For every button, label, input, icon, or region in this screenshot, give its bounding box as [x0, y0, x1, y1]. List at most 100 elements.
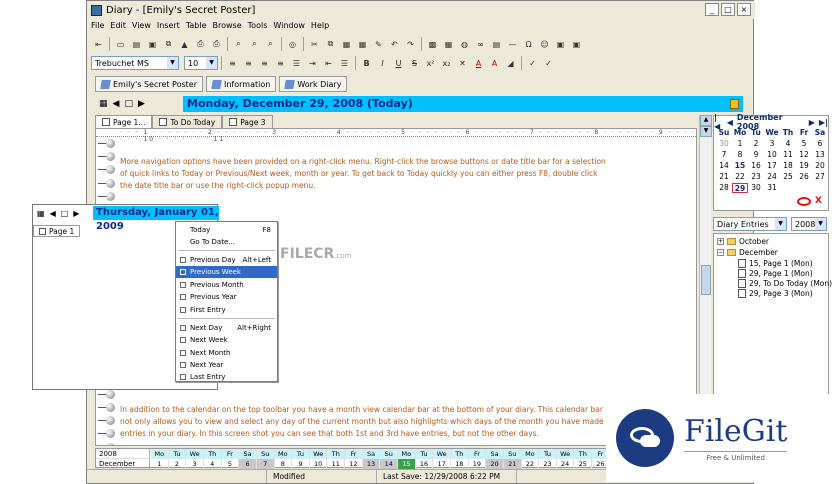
find-icon[interactable]: ⌕ [231, 37, 246, 52]
redo-icon[interactable]: ↷ [403, 37, 418, 52]
tree-item[interactable]: 15, Page 1 (Mon) [738, 259, 813, 268]
bullets-icon[interactable]: ☰ [289, 56, 304, 71]
save-icon[interactable]: ▣ [145, 37, 160, 52]
today-circle-icon[interactable] [797, 196, 812, 206]
collapse-icon[interactable]: − [717, 249, 724, 256]
font-select[interactable]: Trebuchet MS ▼ [91, 56, 179, 70]
calendar-day[interactable]: 15 [732, 161, 748, 171]
month-bar-day[interactable]: 7 [256, 459, 275, 469]
entry-type-select[interactable]: Diary Entries ▼ [713, 217, 787, 231]
back-icon[interactable]: ⇤ [91, 37, 106, 52]
calendar-day[interactable]: 3 [764, 139, 780, 149]
calendar-day[interactable]: 22 [732, 172, 748, 182]
calendar-day[interactable]: 2 [748, 139, 764, 149]
month-bar-year[interactable]: 2008 [96, 449, 149, 459]
menu-browse[interactable]: Browse [213, 19, 242, 33]
next-icon[interactable]: ▶ [809, 118, 815, 127]
italic-icon[interactable]: I [375, 56, 390, 71]
calendar-day[interactable]: 30 [716, 139, 732, 149]
image-icon[interactable]: ▩ [425, 37, 440, 52]
lock-icon[interactable] [730, 99, 739, 109]
month-bar-day[interactable]: 3 [186, 459, 204, 469]
entry-paragraph[interactable]: In addition to the calendar on the top t… [120, 404, 608, 440]
menu-item-go-to-date[interactable]: Go To Date... [176, 236, 277, 248]
month-bar-day[interactable]: 10 [310, 459, 328, 469]
new-icon[interactable]: ▭ [113, 37, 128, 52]
menu-file[interactable]: File [91, 19, 104, 33]
date-title-bar[interactable]: Monday, December 29, 2008 (Today) [183, 96, 743, 112]
month-bar-day[interactable]: 5 [222, 459, 240, 469]
next-month-icon[interactable]: ▶| [819, 118, 828, 127]
font-size-select[interactable]: 10 ▼ [184, 56, 218, 70]
scroll-thumb[interactable] [701, 265, 711, 295]
month-bar-day[interactable]: 21 [503, 459, 522, 469]
tree-node-october[interactable]: + October [717, 237, 769, 246]
menu-item-first-entry[interactable]: First Entry [176, 304, 277, 316]
month-bar-day[interactable]: 24 [557, 459, 575, 469]
month-bar-day[interactable]: 22 [522, 459, 540, 469]
calendar-day[interactable]: 11 [780, 150, 796, 160]
lock-icon[interactable]: ▲ [177, 37, 192, 52]
tree-item[interactable]: 29, Page 1 (Mon) [738, 269, 813, 278]
calendar-day[interactable]: 14 [716, 161, 732, 171]
copy-icon[interactable]: ⧉ [323, 37, 338, 52]
tree-item[interactable]: 29, To Do Today (Mon) [738, 279, 832, 288]
superscript-icon[interactable]: x² [423, 56, 438, 71]
link-icon[interactable]: ∞ [473, 37, 488, 52]
scroll-up-icon[interactable]: ▲ [700, 115, 712, 126]
paste-special-icon[interactable]: ▦ [355, 37, 370, 52]
calc-icon[interactable]: ▤ [489, 37, 504, 52]
calendar-day[interactable]: 1 [732, 139, 748, 149]
tab-work-diary[interactable]: Work Diary [279, 76, 348, 92]
menu-tools[interactable]: Tools [248, 19, 268, 33]
calendar-day[interactable]: 9 [748, 150, 764, 160]
align-center-icon[interactable]: ≡ [241, 56, 256, 71]
tree-item[interactable]: 29, Page 3 (Mon) [738, 289, 813, 298]
target-icon[interactable]: ◎ [285, 37, 300, 52]
menu-view[interactable]: View [132, 19, 151, 33]
month-bar-day[interactable]: 11 [327, 459, 346, 469]
calendar-day[interactable]: 4 [780, 139, 796, 149]
time-stamp-icon[interactable]: ▣ [569, 37, 584, 52]
calendar-day[interactable]: 23 [748, 172, 764, 182]
calendar-day[interactable]: 8 [732, 150, 748, 160]
menu-item-previous-month[interactable]: Previous Month [176, 279, 277, 291]
calendar-day[interactable]: 10 [764, 150, 780, 160]
special-char-icon[interactable]: Ω [521, 37, 536, 52]
month-bar-day[interactable]: 9 [292, 459, 310, 469]
menu-item-last-entry[interactable]: Last Entry [176, 371, 277, 383]
tab-page-1[interactable]: Page 1... [95, 115, 153, 128]
tab-information[interactable]: Information [206, 76, 277, 92]
autocorrect-icon[interactable]: ✓ [541, 56, 556, 71]
month-bar-day[interactable]: 19 [469, 459, 487, 469]
close-button[interactable]: × [737, 3, 751, 16]
calendar-day[interactable]: 29 [732, 183, 748, 193]
align-left-icon[interactable]: ≡ [225, 56, 240, 71]
calendar-icon[interactable]: ▦ [99, 99, 108, 109]
bold-icon[interactable]: B [359, 56, 374, 71]
menu-item-next-month[interactable]: Next Month [176, 347, 277, 359]
fill-color-icon[interactable]: ◢ [503, 56, 518, 71]
month-bar-day[interactable]: 23 [539, 459, 557, 469]
underline-icon[interactable]: U [391, 56, 406, 71]
browse-icon[interactable]: □ [124, 99, 133, 109]
replace-icon[interactable]: ⌕ [263, 37, 278, 52]
prev-icon[interactable]: ◀ [727, 118, 733, 127]
open-icon[interactable]: ▤ [129, 37, 144, 52]
calendar-day[interactable]: 19 [796, 161, 812, 171]
find-next-icon[interactable]: ⌕ [247, 37, 262, 52]
tree-node-december[interactable]: − December [717, 248, 778, 257]
calendar-day[interactable]: 20 [812, 161, 828, 171]
calendar-day[interactable]: 17 [764, 161, 780, 171]
calendar-day[interactable]: 25 [780, 172, 796, 182]
minimize-button[interactable]: _ [705, 3, 719, 16]
previous-icon[interactable]: ◀ [113, 99, 120, 109]
highlight-icon[interactable]: A [487, 56, 502, 71]
print-preview-icon[interactable]: ⎙ [193, 37, 208, 52]
month-bar-day[interactable]: 15 [398, 459, 416, 469]
calendar-day[interactable]: 5 [796, 139, 812, 149]
copy-page-icon[interactable]: ⧉ [161, 37, 176, 52]
smiley-icon[interactable]: ☺ [537, 37, 552, 52]
month-bar-day[interactable]: 14 [380, 459, 399, 469]
calendar-day[interactable]: 13 [812, 150, 828, 160]
